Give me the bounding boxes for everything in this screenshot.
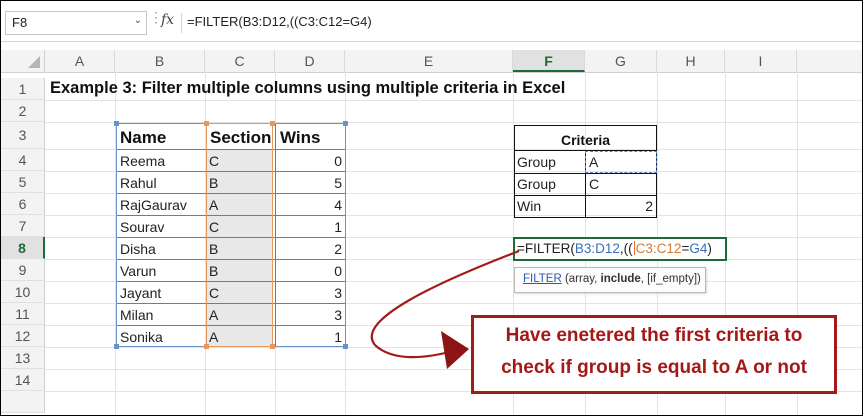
- excel-window: F8 ⌄ ⋮ fx =FILTER(B3:D12,((C3:C12=G4) A …: [0, 0, 863, 416]
- arrow-head: [441, 331, 469, 369]
- callout-box: Have enetered the first criteria to chec…: [471, 315, 837, 394]
- callout-line-1: Have enetered the first criteria to: [505, 325, 803, 346]
- callout-line-2: check if group is equal to A or not: [501, 357, 807, 378]
